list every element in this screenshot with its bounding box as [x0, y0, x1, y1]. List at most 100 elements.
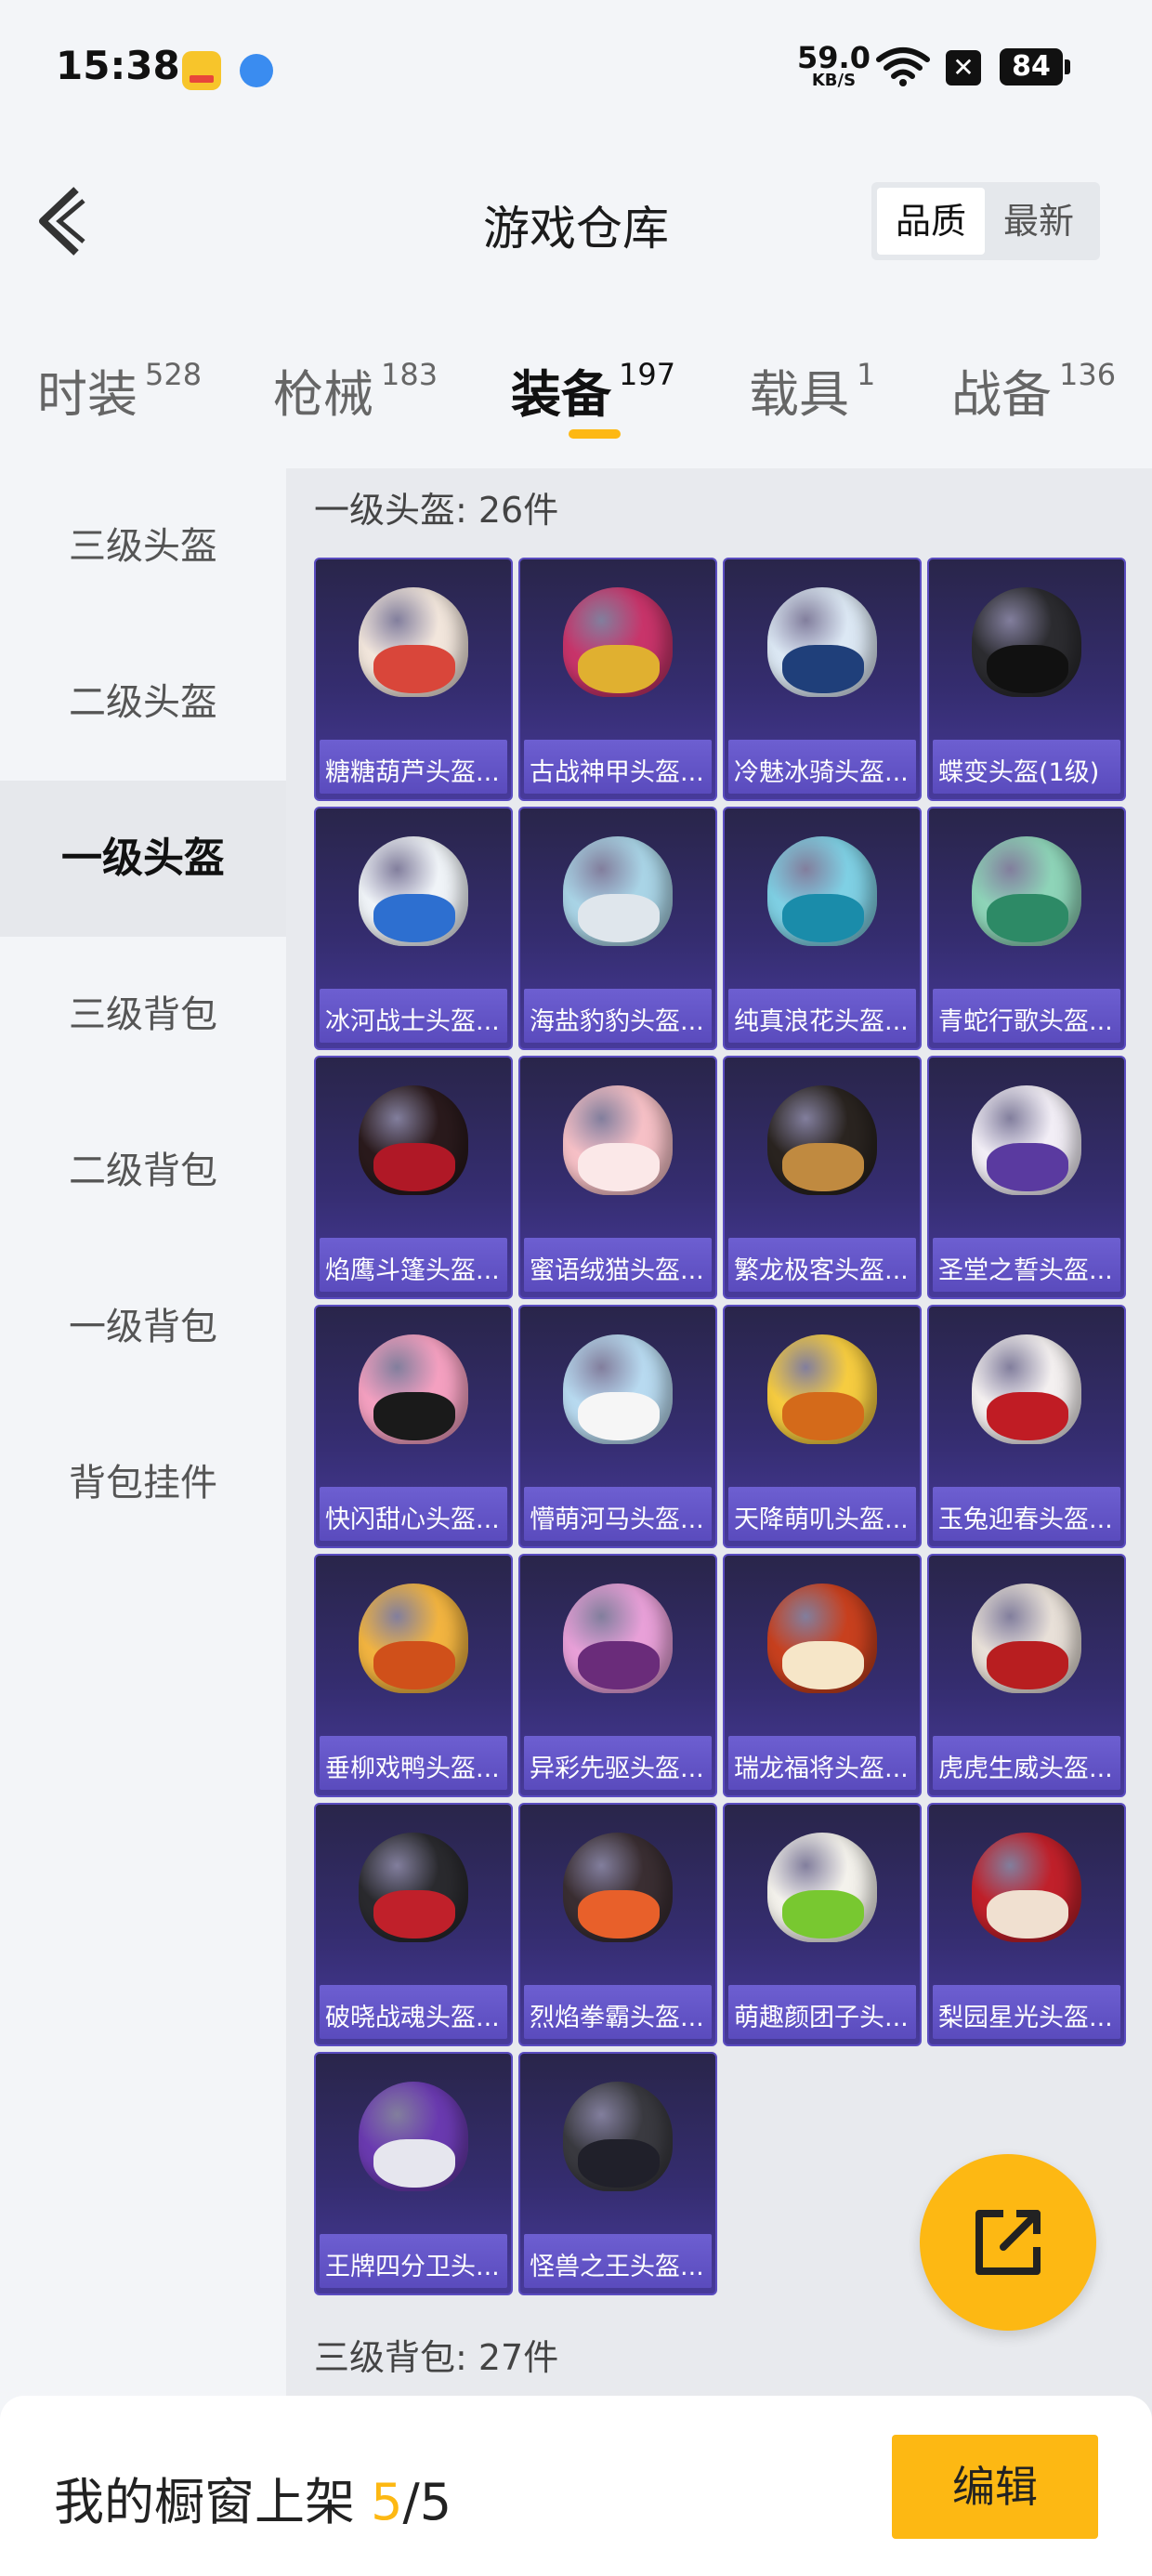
sidebar-item-level3-helmet[interactable]: 三级头盔 [0, 468, 286, 624]
item-card[interactable]: 玉兔迎春头盔... [927, 1305, 1126, 1548]
item-card[interactable]: 梨园星光头盔... [927, 1803, 1126, 2046]
item-card[interactable]: 怪兽之王头盔... [518, 2052, 717, 2295]
item-name: 王牌四分卫头... [325, 2253, 500, 2281]
item-card[interactable]: 古战神甲头盔... [518, 558, 717, 801]
browser-app-icon [240, 54, 273, 87]
helmet-visor [578, 1143, 660, 1191]
item-card[interactable]: 圣堂之誓头盔... [927, 1056, 1126, 1299]
sidebar-item-level1-backpack[interactable]: 一级背包 [0, 1249, 286, 1405]
item-card[interactable]: 王牌四分卫头... [314, 2052, 513, 2295]
sidebar-item-backpack-charm[interactable]: 背包挂件 [0, 1405, 286, 1561]
item-name: 垂柳戏鸭头盔... [325, 1755, 500, 1783]
item-card[interactable]: 瑞龙福将头盔... [723, 1554, 922, 1797]
helmet-visor [782, 1890, 864, 1939]
item-card[interactable]: 蜜语绒猫头盔... [518, 1056, 717, 1299]
x-notification-icon: ✕ [946, 50, 981, 85]
helmet-visor [373, 645, 455, 693]
item-name: 烈焰拳霸头盔... [530, 2004, 704, 2032]
item-name: 天降萌叽头盔... [734, 1505, 909, 1534]
showcase-bar: 我的橱窗上架 5/5 编辑 [0, 2396, 1152, 2576]
item-name: 冰河战士头盔... [325, 1007, 500, 1036]
helmet-visor [373, 1392, 455, 1440]
item-name: 懵萌河马头盔... [530, 1505, 704, 1534]
item-card[interactable]: 萌趣颜团子头... [723, 1803, 922, 2046]
item-name: 圣堂之誓头盔... [938, 1256, 1113, 1285]
clock: 15:38 [56, 43, 180, 88]
edit-button[interactable]: 编辑 [892, 2435, 1098, 2539]
helmet-visor [373, 894, 455, 942]
item-name: 繁龙极客头盔... [734, 1256, 909, 1285]
tab-weapons[interactable]: 枪械 183 [273, 353, 438, 427]
item-card[interactable]: 破晓战魂头盔... [314, 1803, 513, 2046]
share-button[interactable] [920, 2154, 1096, 2331]
tab-fashion[interactable]: 时装 528 [37, 353, 202, 427]
sort-option-quality[interactable]: 品质 [877, 188, 985, 255]
item-card[interactable]: 糖糖葫芦头盔... [314, 558, 513, 801]
item-card[interactable]: 焰鹰斗篷头盔... [314, 1056, 513, 1299]
helmet-visor [782, 894, 864, 942]
tab-supplies[interactable]: 战备 136 [951, 353, 1116, 427]
sort-toggle[interactable]: 品质 最新 [871, 182, 1100, 260]
helmet-visor [782, 1641, 864, 1689]
sort-option-newest[interactable]: 最新 [985, 188, 1093, 255]
item-card[interactable]: 快闪甜心头盔... [314, 1305, 513, 1548]
helmet-visor [578, 2139, 660, 2188]
item-card[interactable]: 青蛇行歌头盔... [927, 807, 1126, 1050]
battery-icon: 84 [1000, 48, 1070, 85]
wifi-icon [876, 47, 930, 86]
item-card[interactable]: 烈焰拳霸头盔... [518, 1803, 717, 2046]
item-card[interactable]: 海盐豹豹头盔... [518, 807, 717, 1050]
item-name: 青蛇行歌头盔... [938, 1007, 1113, 1036]
item-name: 海盐豹豹头盔... [530, 1007, 704, 1036]
sidebar-item-level1-helmet[interactable]: 一级头盔 [0, 781, 286, 937]
item-card[interactable]: 冷魅冰骑头盔... [723, 558, 922, 801]
status-bar: 15:38 59.0 KB/S ✕ 84 [0, 0, 1152, 139]
helmet-visor [373, 1641, 455, 1689]
item-card[interactable]: 虎虎生威头盔... [927, 1554, 1126, 1797]
helmet-visor [578, 894, 660, 942]
helmet-visor [578, 1392, 660, 1440]
item-name: 怪兽之王头盔... [530, 2253, 704, 2281]
helmet-visor [782, 645, 864, 693]
tab-equipment[interactable]: 装备 197 [511, 353, 675, 427]
item-card[interactable]: 天降萌叽头盔... [723, 1305, 922, 1548]
network-speed: 59.0 KB/S [797, 40, 871, 90]
item-name: 异彩先驱头盔... [530, 1755, 704, 1783]
section-title: 一级头盔: 26件 [314, 490, 559, 531]
game-app-icon [182, 51, 221, 90]
helmet-visor [987, 894, 1068, 942]
sidebar-item-level3-backpack[interactable]: 三级背包 [0, 937, 286, 1093]
item-card[interactable]: 冰河战士头盔... [314, 807, 513, 1050]
item-name: 瑞龙福将头盔... [734, 1755, 909, 1783]
helmet-visor [987, 1392, 1068, 1440]
item-card[interactable]: 纯真浪花头盔... [723, 807, 922, 1050]
item-card[interactable]: 异彩先驱头盔... [518, 1554, 717, 1797]
item-card[interactable]: 繁龙极客头盔... [723, 1056, 922, 1299]
active-tab-indicator [569, 429, 621, 439]
share-external-icon [975, 2210, 1041, 2275]
item-name: 纯真浪花头盔... [734, 1007, 909, 1036]
helmet-visor [987, 645, 1068, 693]
item-card[interactable]: 懵萌河马头盔... [518, 1305, 717, 1548]
item-name: 梨园星光头盔... [938, 2004, 1113, 2032]
next-section-title: 三级背包: 27件 [314, 2337, 559, 2378]
item-name: 糖糖葫芦头盔... [325, 758, 500, 787]
item-name: 虎虎生威头盔... [938, 1755, 1113, 1783]
category-sidebar: 三级头盔 二级头盔 一级头盔 三级背包 二级背包 一级背包 背包挂件 [0, 468, 286, 2576]
item-card[interactable]: 蝶变头盔(1级) [927, 558, 1126, 801]
item-name: 破晓战魂头盔... [325, 2004, 500, 2032]
helmet-visor [373, 1143, 455, 1191]
helmet-visor [987, 1890, 1068, 1939]
sidebar-item-level2-helmet[interactable]: 二级头盔 [0, 624, 286, 781]
helmet-visor [578, 1641, 660, 1689]
helmet-visor [987, 1143, 1068, 1191]
item-name: 冷魅冰骑头盔... [734, 758, 909, 787]
item-name: 萌趣颜团子头... [734, 2004, 909, 2032]
sidebar-item-level2-backpack[interactable]: 二级背包 [0, 1093, 286, 1249]
helmet-visor [373, 1890, 455, 1939]
item-card[interactable]: 垂柳戏鸭头盔... [314, 1554, 513, 1797]
showcase-count: 我的橱窗上架 5/5 [54, 2473, 452, 2531]
helmet-visor [578, 1890, 660, 1939]
tab-vehicles[interactable]: 载具 1 [749, 353, 875, 427]
helmet-visor [782, 1143, 864, 1191]
